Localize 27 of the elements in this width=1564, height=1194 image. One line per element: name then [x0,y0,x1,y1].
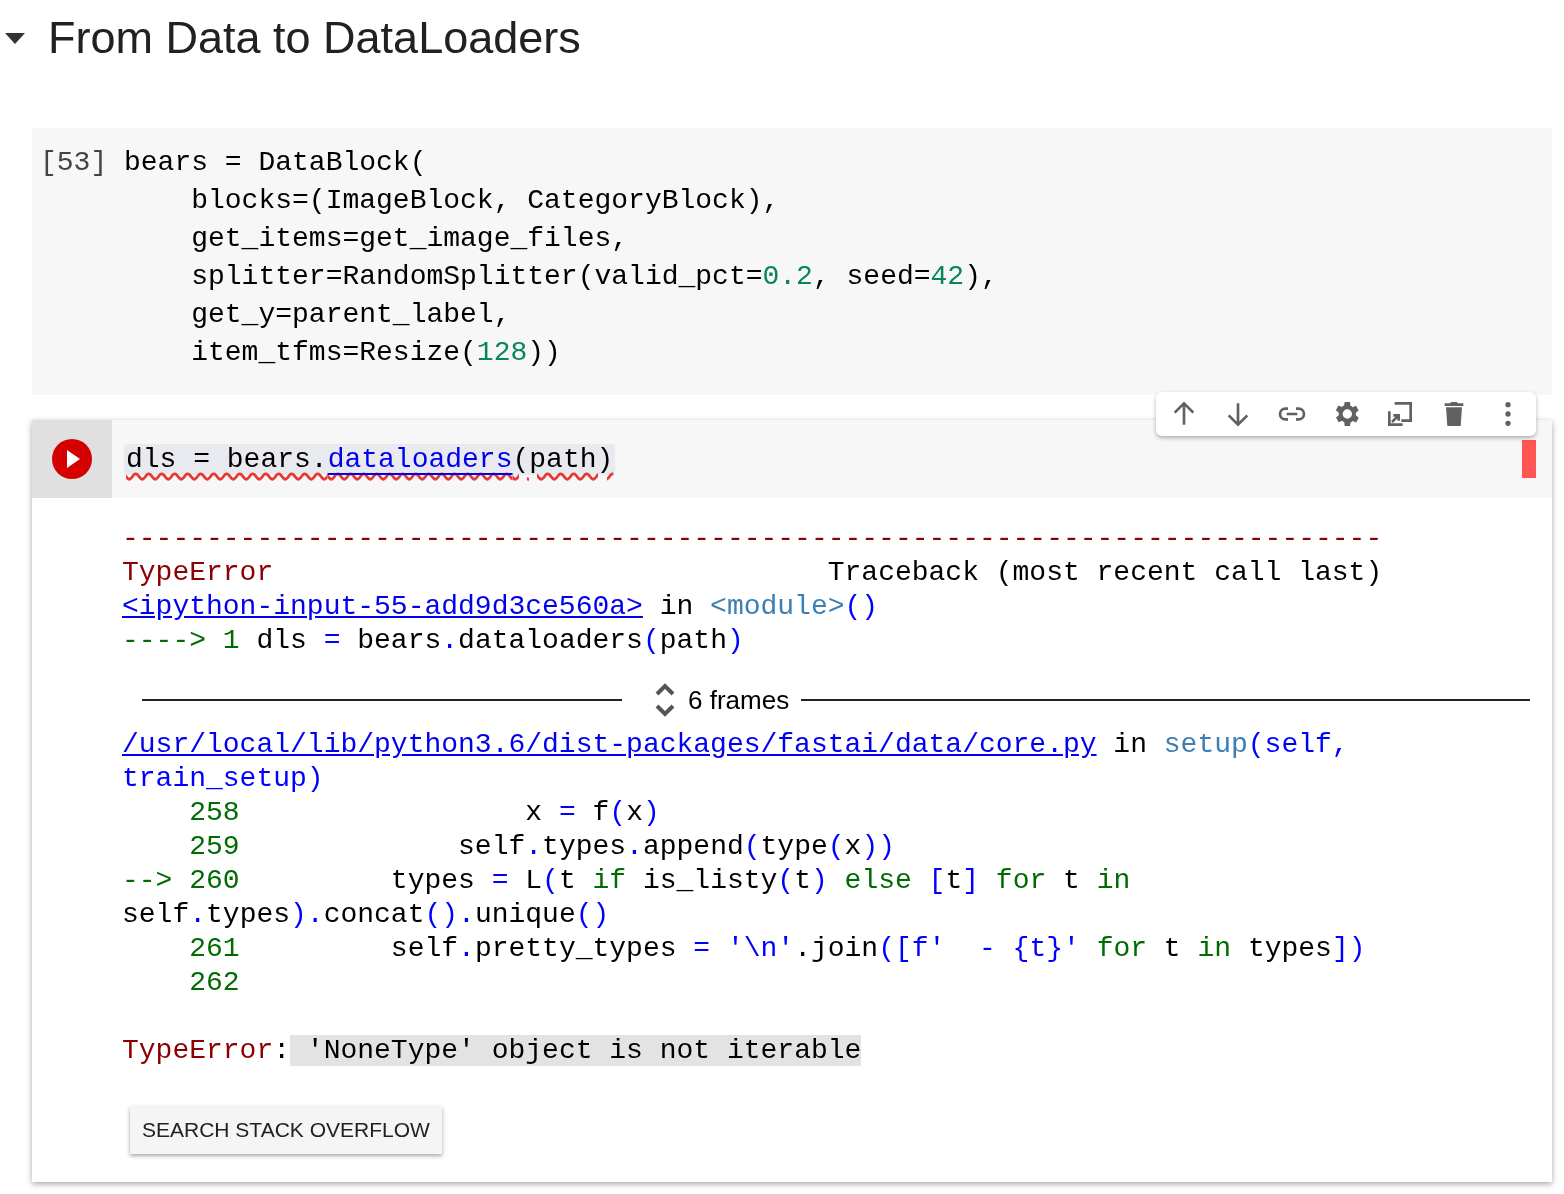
code-line: get_y=parent_label, [190,298,512,332]
collapse-caret-icon[interactable] [4,31,26,45]
error-message: TypeError: 'NoneType' object is not iterable [122,1034,863,1068]
code-line: item_tfms=Resize(128)) [190,336,562,370]
code-editor[interactable]: bears = DataBlock( blocks=(ImageBlock, CategoryBlock), get_items=get_image_files, splitter=RandomSplitter(valid_pct=0.2, seed=42), get_y=parent_label, item_tfms=Resize(128)) [124,144,998,379]
traceback-line: <ipython-input-55-add9d3ce560a> in <module>() [122,590,880,624]
traceback-line: 258 x = f(x) [188,796,661,830]
traceback-line: TypeError Traceback (most recent call last) [122,556,1384,590]
traceback-line: train_setup) [122,762,325,796]
traceback-line: 261 self.pretty_types = '\n'.join([f' - {t}' for t in types]) [188,932,1367,966]
traceback-line: ----> 1 dls = bears.dataloaders(path) [122,624,745,658]
execution-count: [53] [40,146,109,180]
frames-toggle[interactable]: 6 frames [688,684,790,716]
traceback-line: --> 260 types = L(t if is_listy(t) else [t] for t in [122,864,1132,898]
traceback-line: --------------------------------------------------------------------------- [122,522,1384,556]
traceback-line: self.types).concat().unique() [122,898,611,932]
search-stack-overflow-button[interactable]: SEARCH STACK OVERFLOW [130,1106,442,1154]
code-line: splitter=RandomSplitter(valid_pct=0.2, seed=42), [190,260,998,294]
code-line: bears = DataBlock( [124,146,428,180]
traceback-line: /usr/local/lib/python3.6/dist-packages/fastai/data/core.py in setup(self, [122,728,1350,762]
code-line: blocks=(ImageBlock, CategoryBlock), [190,184,781,218]
run-button[interactable] [52,439,92,479]
section-title: From Data to DataLoaders [48,12,581,64]
code-line: get_items=get_image_files, [190,222,630,256]
traceback-line: 262 [188,966,241,1000]
code-editor[interactable]: dls = bears.dataloaders(path) [124,443,616,475]
traceback-line: 259 self.types.append(type(x)) [188,830,896,864]
